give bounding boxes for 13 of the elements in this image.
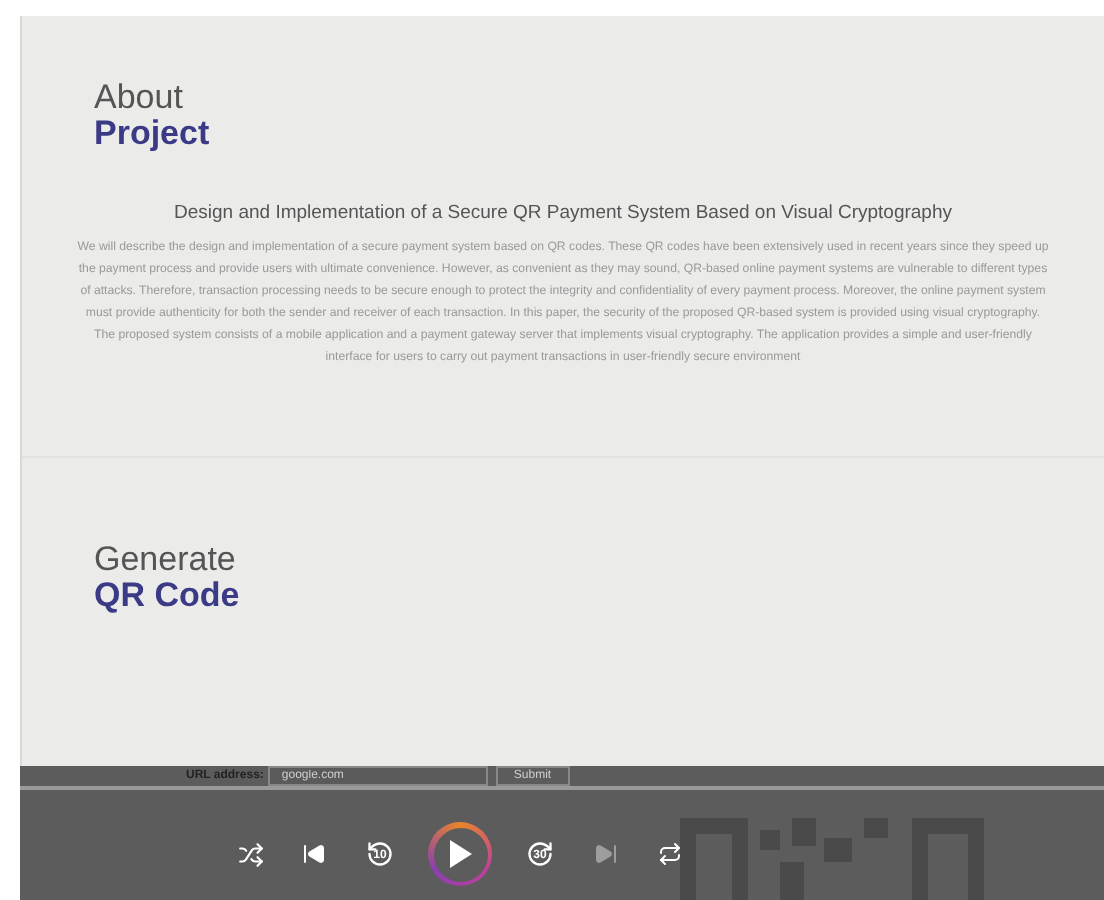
rewind-icon — [366, 840, 394, 868]
section-title: About — [94, 80, 185, 116]
shuffle-icon — [237, 841, 263, 867]
skip-forward-icon — [594, 842, 618, 866]
section-subtitle: QR Code — [94, 578, 242, 615]
skip-back-icon — [302, 842, 326, 866]
project-title: Design and Implementation of a Secure QR Payment System Based on Visual Cryptography — [174, 200, 952, 228]
section-subtitle: Project — [94, 116, 212, 152]
repeat-icon — [658, 842, 682, 866]
play-icon — [448, 840, 472, 868]
section-title: Generate — [94, 542, 238, 579]
forward-icon — [526, 840, 554, 868]
play-button[interactable] — [428, 822, 492, 886]
